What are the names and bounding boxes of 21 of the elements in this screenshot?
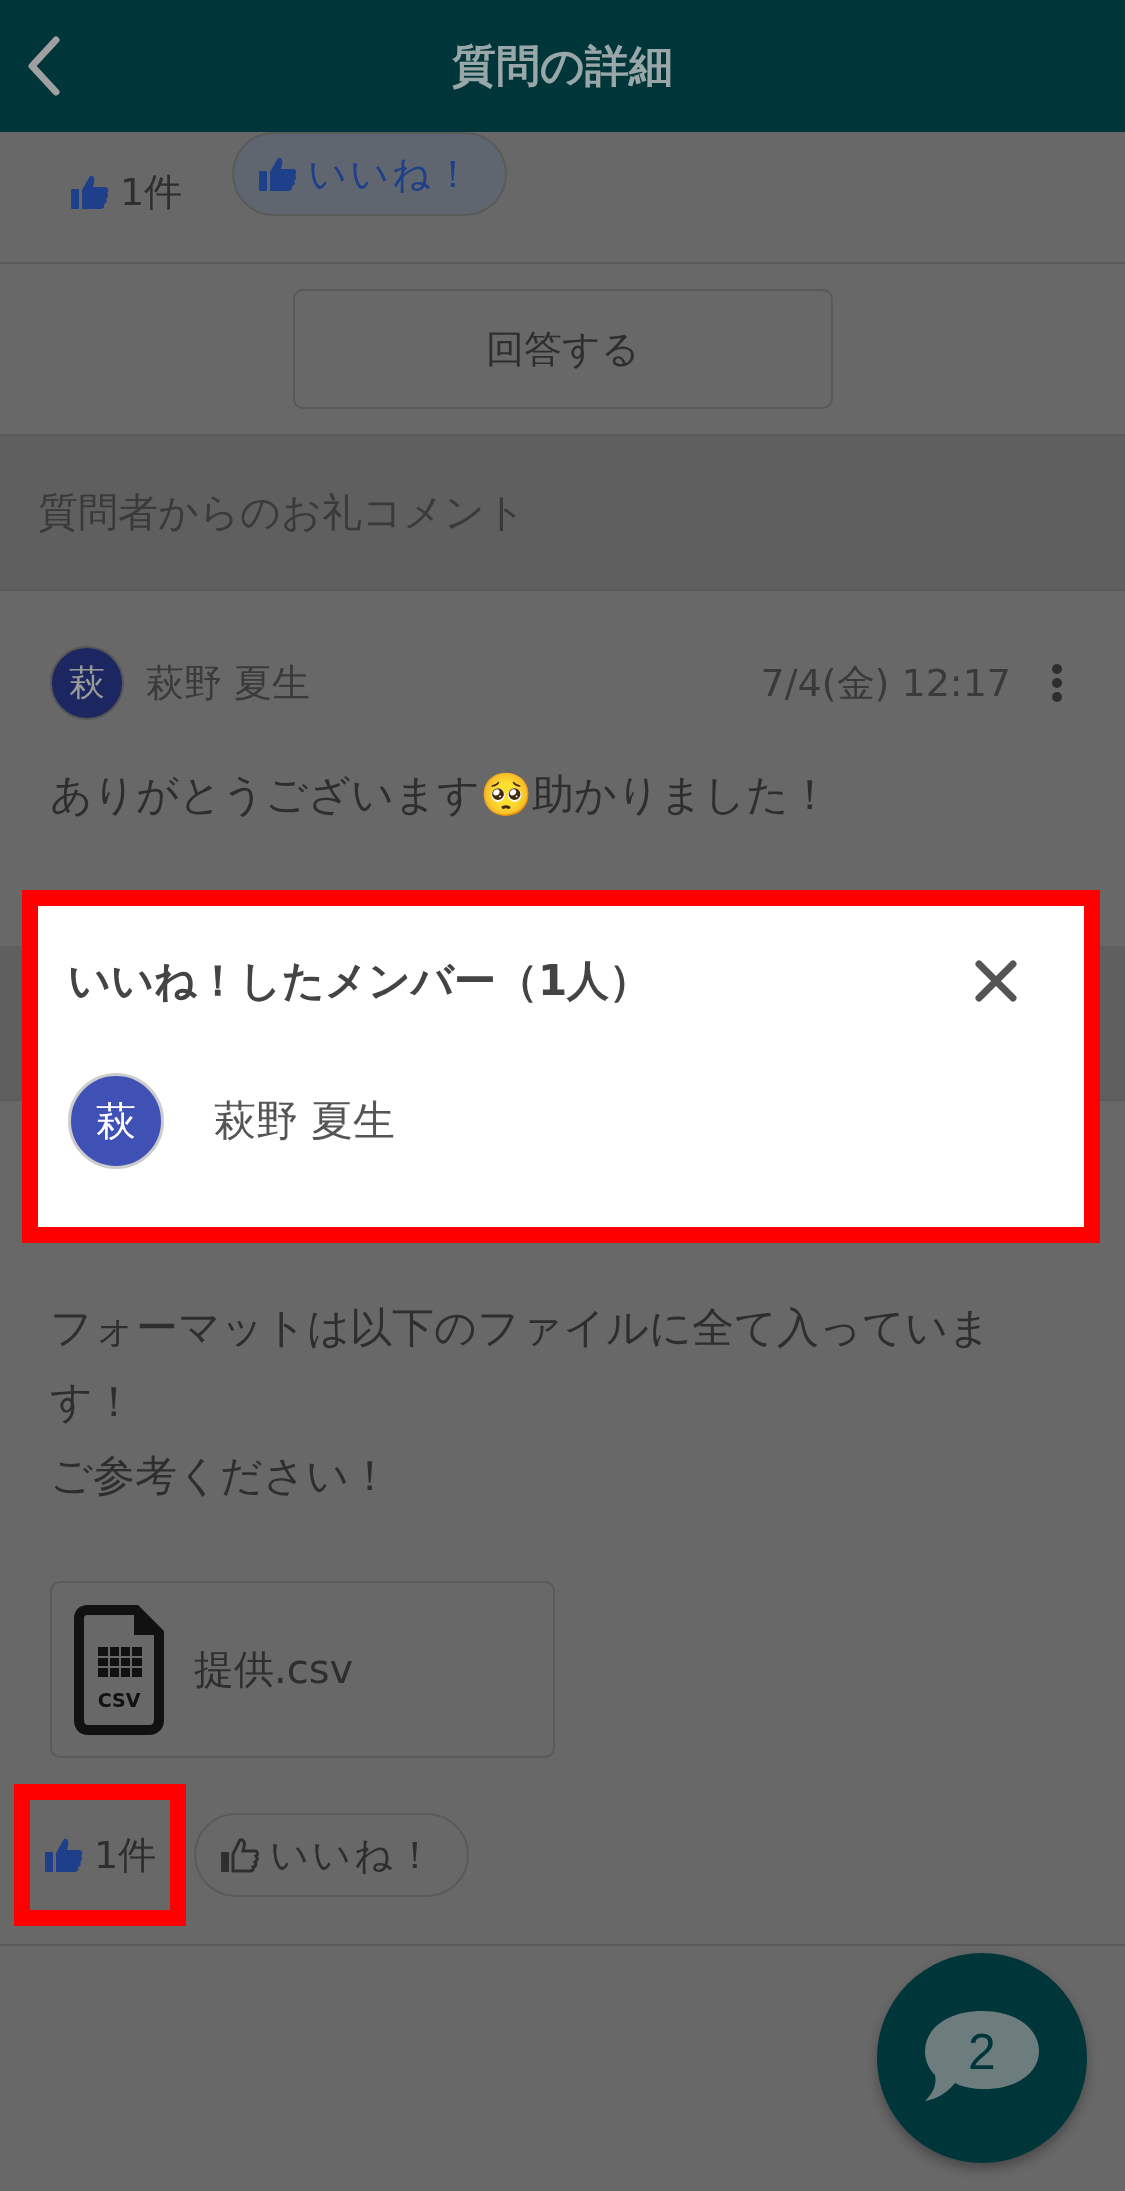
close-icon[interactable] <box>974 959 1018 1003</box>
answer-button[interactable]: 回答する <box>292 289 833 409</box>
avatar: 萩 <box>50 646 124 720</box>
like-button[interactable]: いいね！ <box>232 132 508 216</box>
thumbs-up-icon <box>220 1835 261 1875</box>
member-name: 萩野 夏生 <box>214 1095 396 1147</box>
screen-title: 質問の詳細 <box>452 38 673 93</box>
dialog-title: いいね！したメンバー（1人） <box>68 955 652 1007</box>
comment-text: ありがとうございます🥺助かりました！ <box>50 769 832 821</box>
member-item[interactable]: 萩 萩野 夏生 <box>68 1056 1048 1186</box>
answer-text: ご参考ください！ <box>50 1450 392 1502</box>
more-icon[interactable] <box>1051 663 1063 703</box>
like-count[interactable]: 1件 <box>40 136 213 248</box>
avatar: 萩 <box>68 1073 164 1169</box>
csv-file-icon: CSV <box>74 1604 164 1735</box>
comments-button[interactable]: 2 <box>877 1953 1087 2163</box>
like-button[interactable]: いいね！ <box>194 1813 470 1897</box>
like-count[interactable]: 1件 <box>14 1784 187 1926</box>
file-attachment[interactable]: CSV 提供.csv <box>50 1581 555 1758</box>
file-name: 提供.csv <box>194 1645 354 1694</box>
answer-text: フォーマットは以下のファイルに全て入っています！ <box>50 1302 992 1428</box>
